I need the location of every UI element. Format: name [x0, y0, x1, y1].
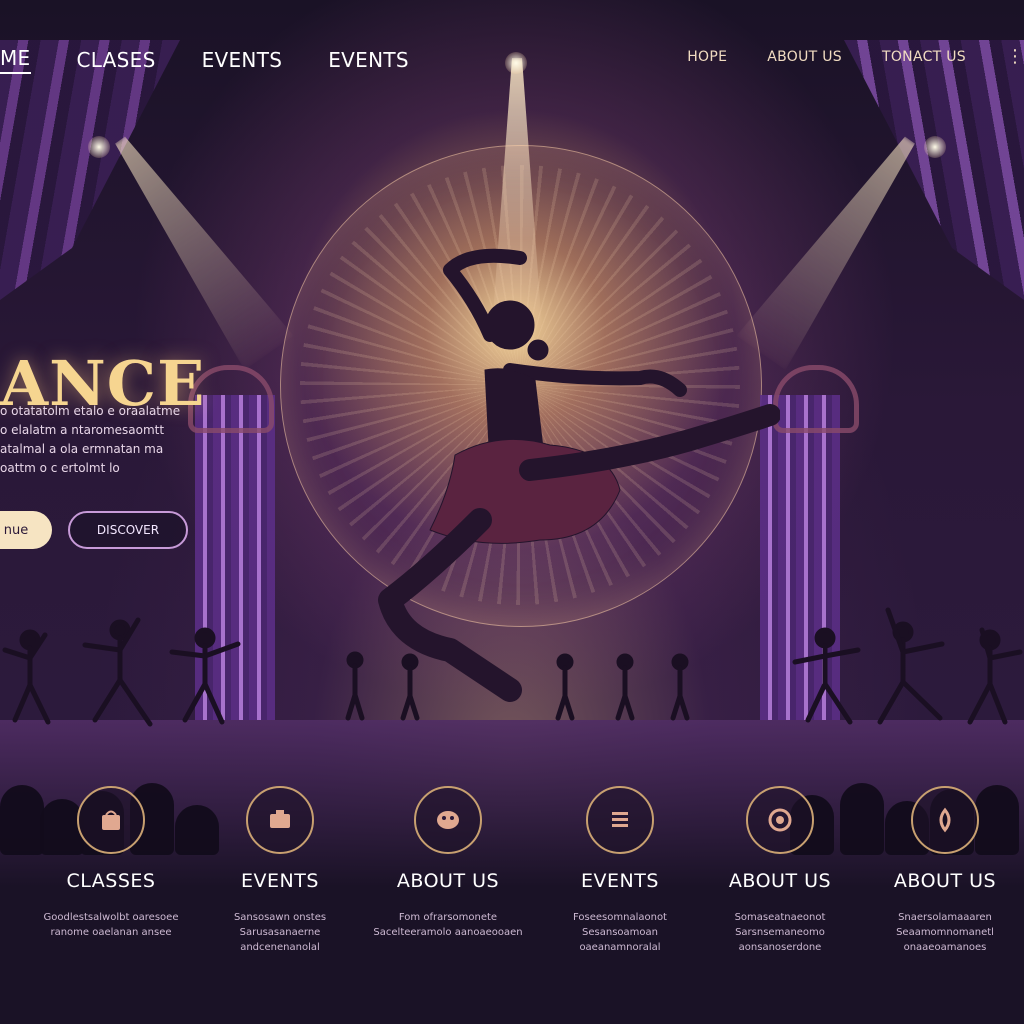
feature-title: ABOUT US	[728, 870, 832, 892]
lead-dancer-silhouette	[378, 248, 780, 702]
feature-text: Foseesomnalaonot Sesansoamoan oaeanamnor…	[573, 912, 667, 953]
nav-classes-link[interactable]: CLASES	[77, 48, 156, 72]
list-icon	[586, 786, 654, 854]
column-scroll-right	[773, 365, 859, 433]
features-row: CLASSES Goodlestsalwolbt oaresoee ranome…	[0, 786, 1024, 986]
box-icon	[246, 786, 314, 854]
seal-icon	[746, 786, 814, 854]
feature-card[interactable]: ABOUT US Fom ofrarsomonete Sacelteeramol…	[373, 786, 523, 940]
feature-text: Snaersolamaaaren Seaamomnomanetl onaaeoa…	[896, 912, 994, 953]
feature-text: Sansosawn onstes Sarusasanaerne andcenen…	[233, 912, 327, 953]
ellipsis-icon[interactable]: ⋮	[1006, 46, 1024, 67]
nav-home-link[interactable]: ME	[0, 46, 31, 74]
spotlight-center	[505, 52, 527, 74]
feature-card[interactable]: EVENTS Foseesomnalaonot Sesansoamoan oae…	[545, 786, 695, 955]
dancer-figure	[169, 627, 241, 725]
feature-text: Fom ofrarsomonete Sacelteeramolo aanoaeo…	[373, 912, 523, 938]
dancer-figure	[967, 627, 1023, 725]
feature-title: CLASSES	[66, 870, 156, 892]
spotlight-beam-left	[95, 123, 293, 370]
feature-title: ABOUT US	[396, 870, 500, 892]
spotlight-right	[924, 136, 946, 158]
primary-cta-button[interactable]: nue	[0, 511, 52, 549]
feature-card[interactable]: CLASSES Goodlestsalwolbt oaresoee ranome…	[36, 786, 186, 940]
curtain-right	[844, 40, 1024, 300]
feature-text: Goodlestsalwolbt oaresoee ranome oaelana…	[43, 912, 179, 938]
nav-about-link[interactable]: ABOUT US	[767, 49, 842, 65]
nav-events-link-2[interactable]: EVENTS	[328, 48, 409, 72]
nav-hope-link[interactable]: HOPE	[687, 49, 727, 65]
feature-title: EVENTS	[581, 870, 659, 892]
bag-icon	[77, 786, 145, 854]
feature-text: Somaseatnaeonot Sarsnsemaneomo aonsanose…	[734, 912, 826, 953]
feature-title: EVENTS	[241, 870, 319, 892]
dancer-figure	[792, 627, 861, 725]
drop-icon	[911, 786, 979, 854]
secondary-cta-button[interactable]: DISCOVER	[68, 511, 188, 549]
feature-card[interactable]: EVENTS Sansosawn onstes Sarusasanaerne a…	[205, 786, 355, 955]
dancer-figure	[877, 607, 945, 725]
nav-events-link[interactable]: EVENTS	[202, 48, 283, 72]
dancer-figure	[82, 617, 153, 727]
main-navigation-right: HOPE ABOUT US TONACT US ⋮	[687, 46, 1024, 67]
feature-card[interactable]: ABOUT US Snaersolamaaaren Seaamomnomanet…	[870, 786, 1020, 955]
dancer-figure	[2, 629, 51, 725]
hero-description: o otatatolm etalo e oraalatme o elalatm …	[0, 404, 181, 475]
main-navigation-left: ME CLASES EVENTS EVENTS	[0, 46, 409, 74]
spotlight-left	[88, 136, 110, 158]
nav-contact-link[interactable]: TONACT US	[882, 49, 966, 65]
mask-icon	[414, 786, 482, 854]
feature-card[interactable]: ABOUT US Somaseatnaeonot Sarsnsemaneomo …	[705, 786, 855, 955]
feature-title: ABOUT US	[893, 870, 997, 892]
